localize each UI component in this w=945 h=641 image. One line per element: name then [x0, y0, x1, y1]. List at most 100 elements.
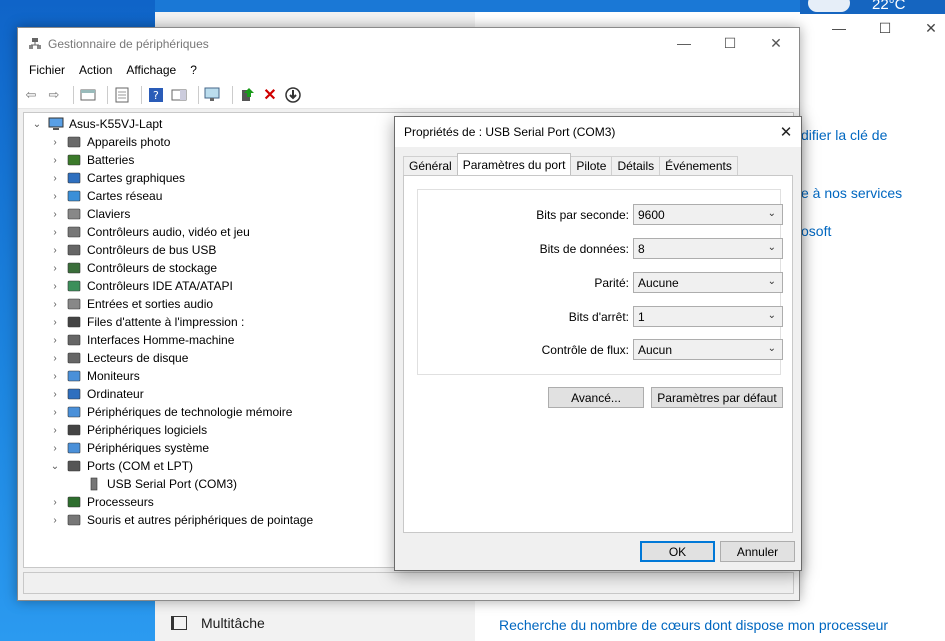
- chevron-right-icon[interactable]: ›: [48, 155, 62, 166]
- chevron-right-icon[interactable]: ›: [48, 191, 62, 202]
- toolbar-separator: [107, 85, 108, 104]
- chevron-right-icon[interactable]: ›: [48, 371, 62, 382]
- settings-link-partial-1[interactable]: difier la clé de: [801, 127, 887, 143]
- forward-arrow-icon[interactable]: ⇨: [45, 86, 63, 104]
- tab-details[interactable]: Détails: [611, 156, 661, 175]
- tree-category-label: Souris et autres périphériques de pointa…: [87, 513, 314, 527]
- maximize-button[interactable]: ☐: [707, 28, 753, 58]
- tree-category[interactable]: › Lecteurs de disque: [48, 349, 188, 367]
- tree-category[interactable]: ⌄ Ports (COM et LPT): [48, 457, 193, 475]
- nav-item-multitask[interactable]: Multitâche: [155, 605, 475, 641]
- chevron-right-icon[interactable]: ›: [48, 209, 62, 220]
- chevron-right-icon[interactable]: ›: [48, 443, 62, 454]
- tree-category[interactable]: › Interfaces Homme-machine: [48, 331, 234, 349]
- tree-category[interactable]: › Contrôleurs audio, vidéo et jeu: [48, 223, 249, 241]
- settings-link-partial-3[interactable]: osoft: [801, 223, 831, 239]
- tree-device-usb-serial-port[interactable]: USB Serial Port (COM3): [86, 475, 237, 493]
- tree-root-label: Asus-K55VJ-Lapt: [69, 117, 163, 131]
- tree-category[interactable]: › Périphériques de technologie mémoire: [48, 403, 292, 421]
- properties-icon[interactable]: [113, 86, 131, 104]
- device-category-icon: [66, 441, 82, 455]
- tree-category[interactable]: › Ordinateur: [48, 385, 143, 403]
- dialog-close-icon[interactable]: ✕: [771, 117, 801, 147]
- action-pane-icon[interactable]: [170, 86, 188, 104]
- close-button[interactable]: ✕: [753, 28, 799, 58]
- tree-root[interactable]: ⌄ Asus-K55VJ-Lapt: [30, 115, 163, 133]
- tree-category[interactable]: › Claviers: [48, 205, 130, 223]
- chevron-right-icon[interactable]: ›: [48, 173, 62, 184]
- disable-device-icon[interactable]: [284, 86, 302, 104]
- chevron-down-icon[interactable]: ⌄: [48, 461, 62, 472]
- flow-control-select[interactable]: Aucun ⌄: [633, 339, 783, 360]
- chevron-right-icon[interactable]: ›: [48, 407, 62, 418]
- settings-link-processor-cores[interactable]: Recherche du nombre de cœurs dont dispos…: [499, 617, 888, 633]
- chevron-right-icon[interactable]: ›: [48, 299, 62, 310]
- field-label: Parité:: [594, 276, 629, 290]
- stop-bits-select[interactable]: 1 ⌄: [633, 306, 783, 327]
- tree-category[interactable]: › Souris et autres périphériques de point…: [48, 511, 313, 529]
- chevron-right-icon[interactable]: ›: [48, 263, 62, 274]
- tree-category-label: Processeurs: [87, 495, 154, 509]
- tree-category[interactable]: › Appareils photo: [48, 133, 170, 151]
- tree-category[interactable]: › Périphériques système: [48, 439, 209, 457]
- tree-category[interactable]: › Cartes graphiques: [48, 169, 185, 187]
- tab-driver[interactable]: Pilote: [570, 156, 613, 175]
- chevron-right-icon[interactable]: ›: [48, 317, 62, 328]
- tree-category[interactable]: › Contrôleurs IDE ATA/ATAPI: [48, 277, 233, 295]
- data-bits-select[interactable]: 8 ⌄: [633, 238, 783, 259]
- uninstall-device-icon[interactable]: ✕: [261, 86, 279, 104]
- chevron-down-icon: ⌄: [767, 343, 776, 354]
- chevron-right-icon[interactable]: ›: [48, 515, 62, 526]
- device-category-icon: [66, 243, 82, 257]
- update-driver-icon[interactable]: [238, 86, 256, 104]
- menu-affichage[interactable]: Affichage: [119, 63, 183, 77]
- chevron-right-icon[interactable]: ›: [48, 389, 62, 400]
- ok-button[interactable]: OK: [640, 541, 715, 562]
- svg-text:?: ?: [153, 89, 159, 102]
- tree-category[interactable]: › Contrôleurs de bus USB: [48, 241, 216, 259]
- tree-category[interactable]: › Processeurs: [48, 493, 154, 511]
- tab-port-settings[interactable]: Paramètres du port: [456, 153, 572, 175]
- chevron-right-icon[interactable]: ›: [48, 227, 62, 238]
- menu-help[interactable]: ?: [183, 63, 204, 77]
- tree-category[interactable]: › Cartes réseau: [48, 187, 162, 205]
- menu-action[interactable]: Action: [72, 63, 119, 77]
- tree-category-label: Entrées et sorties audio: [87, 297, 214, 311]
- tree-category[interactable]: › Files d'attente à l'impression :: [48, 313, 244, 331]
- chevron-right-icon[interactable]: ›: [48, 335, 62, 346]
- back-arrow-icon[interactable]: ⇦: [22, 86, 40, 104]
- help-icon[interactable]: ?: [147, 86, 165, 104]
- scan-hardware-icon[interactable]: [204, 86, 222, 104]
- chevron-right-icon[interactable]: ›: [48, 353, 62, 364]
- tree-category[interactable]: › Batteries: [48, 151, 134, 169]
- device-manager-app-icon: [29, 37, 41, 49]
- chevron-down-icon[interactable]: ⌄: [30, 119, 44, 130]
- chevron-right-icon[interactable]: ›: [48, 497, 62, 508]
- device-category-icon: [66, 459, 82, 473]
- menu-fichier[interactable]: Fichier: [22, 63, 72, 77]
- select-value: 9600: [638, 207, 665, 222]
- tree-category[interactable]: › Entrées et sorties audio: [48, 295, 213, 313]
- chevron-right-icon[interactable]: ›: [48, 281, 62, 292]
- tab-events[interactable]: Événements: [659, 156, 738, 175]
- chevron-right-icon[interactable]: ›: [48, 137, 62, 148]
- restore-defaults-button[interactable]: Paramètres par défaut: [651, 387, 783, 408]
- settings-link-partial-2[interactable]: e à nos services: [801, 185, 902, 201]
- chevron-right-icon[interactable]: ›: [48, 245, 62, 256]
- baud-rate-select[interactable]: 9600 ⌄: [633, 204, 783, 225]
- advanced-button[interactable]: Avancé...: [548, 387, 644, 408]
- settings-minimize-icon[interactable]: —: [816, 12, 862, 44]
- tree-category[interactable]: › Moniteurs: [48, 367, 139, 385]
- tab-general[interactable]: Général: [403, 156, 458, 175]
- settings-maximize-icon[interactable]: ☐: [862, 12, 908, 44]
- minimize-button[interactable]: —: [661, 28, 707, 58]
- cancel-button[interactable]: Annuler: [720, 541, 795, 562]
- toolbar-separator: [232, 85, 233, 104]
- tree-category[interactable]: › Périphériques logiciels: [48, 421, 207, 439]
- settings-close-icon[interactable]: ✕: [908, 12, 945, 44]
- parity-select[interactable]: Aucune ⌄: [633, 272, 783, 293]
- chevron-right-icon[interactable]: ›: [48, 425, 62, 436]
- tree-category-label: Périphériques de technologie mémoire: [87, 405, 293, 419]
- show-hide-console-icon[interactable]: [79, 86, 97, 104]
- tree-category[interactable]: › Contrôleurs de stockage: [48, 259, 217, 277]
